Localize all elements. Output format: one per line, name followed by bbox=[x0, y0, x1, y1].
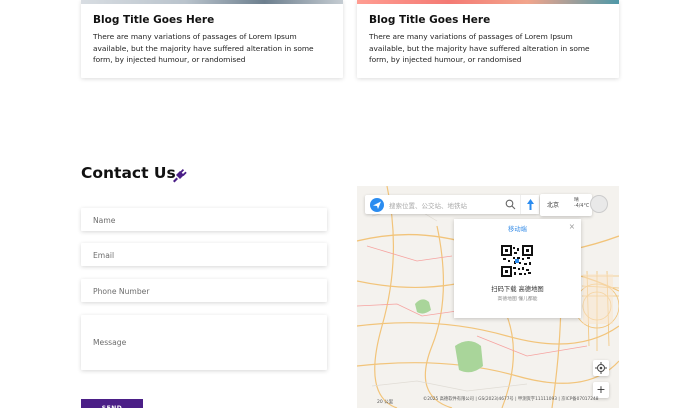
directions-button[interactable] bbox=[520, 195, 539, 214]
qr-sublabel: 高德地图 懂儿都能 bbox=[497, 297, 538, 302]
weather-widget[interactable]: 北京 晴 -4/4°C bbox=[540, 194, 592, 216]
qr-tab-mobile[interactable]: 移动端 bbox=[454, 224, 581, 233]
phone-field-wrapper bbox=[81, 279, 327, 303]
qr-popup: 移动端 × 扫码下载 高德地图 高德地图 懂儿都能 bbox=[454, 219, 581, 318]
blog-card[interactable]: Blog Title Goes Here There are many vari… bbox=[357, 0, 619, 78]
phone-input[interactable] bbox=[81, 280, 327, 303]
blog-card-excerpt: There are many variations of passages of… bbox=[93, 32, 314, 64]
map-embed[interactable]: 搜索位置、公交站、地铁站 北京 晴 -4/4°C 移动端 × 扫码下载 高德地图… bbox=[357, 186, 619, 408]
map-copyright: ©2025 高德软件有限公司 | GS(2023)4677号 | 甲测资字111… bbox=[423, 397, 599, 402]
message-textarea[interactable] bbox=[81, 315, 327, 370]
directions-icon bbox=[527, 199, 534, 210]
email-field-wrapper bbox=[81, 243, 327, 267]
email-input[interactable] bbox=[81, 244, 327, 267]
blog-card-excerpt: There are many variations of passages of… bbox=[369, 32, 590, 64]
blog-card-image bbox=[81, 0, 343, 4]
plug-icon bbox=[173, 169, 187, 183]
locate-button[interactable] bbox=[593, 360, 609, 376]
blog-card[interactable]: Blog Title Goes Here There are many vari… bbox=[81, 0, 343, 78]
search-icon[interactable] bbox=[505, 199, 516, 210]
send-button[interactable]: SEND bbox=[81, 399, 143, 408]
user-avatar[interactable] bbox=[590, 195, 608, 213]
blog-card-title[interactable]: Blog Title Goes Here bbox=[369, 14, 490, 26]
close-icon[interactable]: × bbox=[569, 222, 575, 231]
amap-logo-icon bbox=[370, 198, 384, 212]
blog-card-image bbox=[357, 0, 619, 4]
crosshair-icon bbox=[595, 362, 607, 374]
weather-city: 北京 bbox=[547, 202, 560, 209]
map-search-input[interactable]: 搜索位置、公交站、地铁站 bbox=[389, 200, 467, 210]
name-input[interactable] bbox=[81, 209, 327, 232]
name-field-wrapper bbox=[81, 208, 327, 232]
message-field-wrapper bbox=[81, 315, 327, 370]
qr-label: 扫码下载 高德地图 bbox=[491, 286, 544, 293]
qr-code-icon bbox=[501, 245, 533, 277]
blog-card-title[interactable]: Blog Title Goes Here bbox=[93, 14, 214, 26]
map-search-bar[interactable]: 搜索位置、公交站、地铁站 bbox=[365, 195, 539, 214]
map-scale: 20 公里 bbox=[377, 400, 394, 405]
contact-title: Contact Us bbox=[81, 164, 176, 182]
